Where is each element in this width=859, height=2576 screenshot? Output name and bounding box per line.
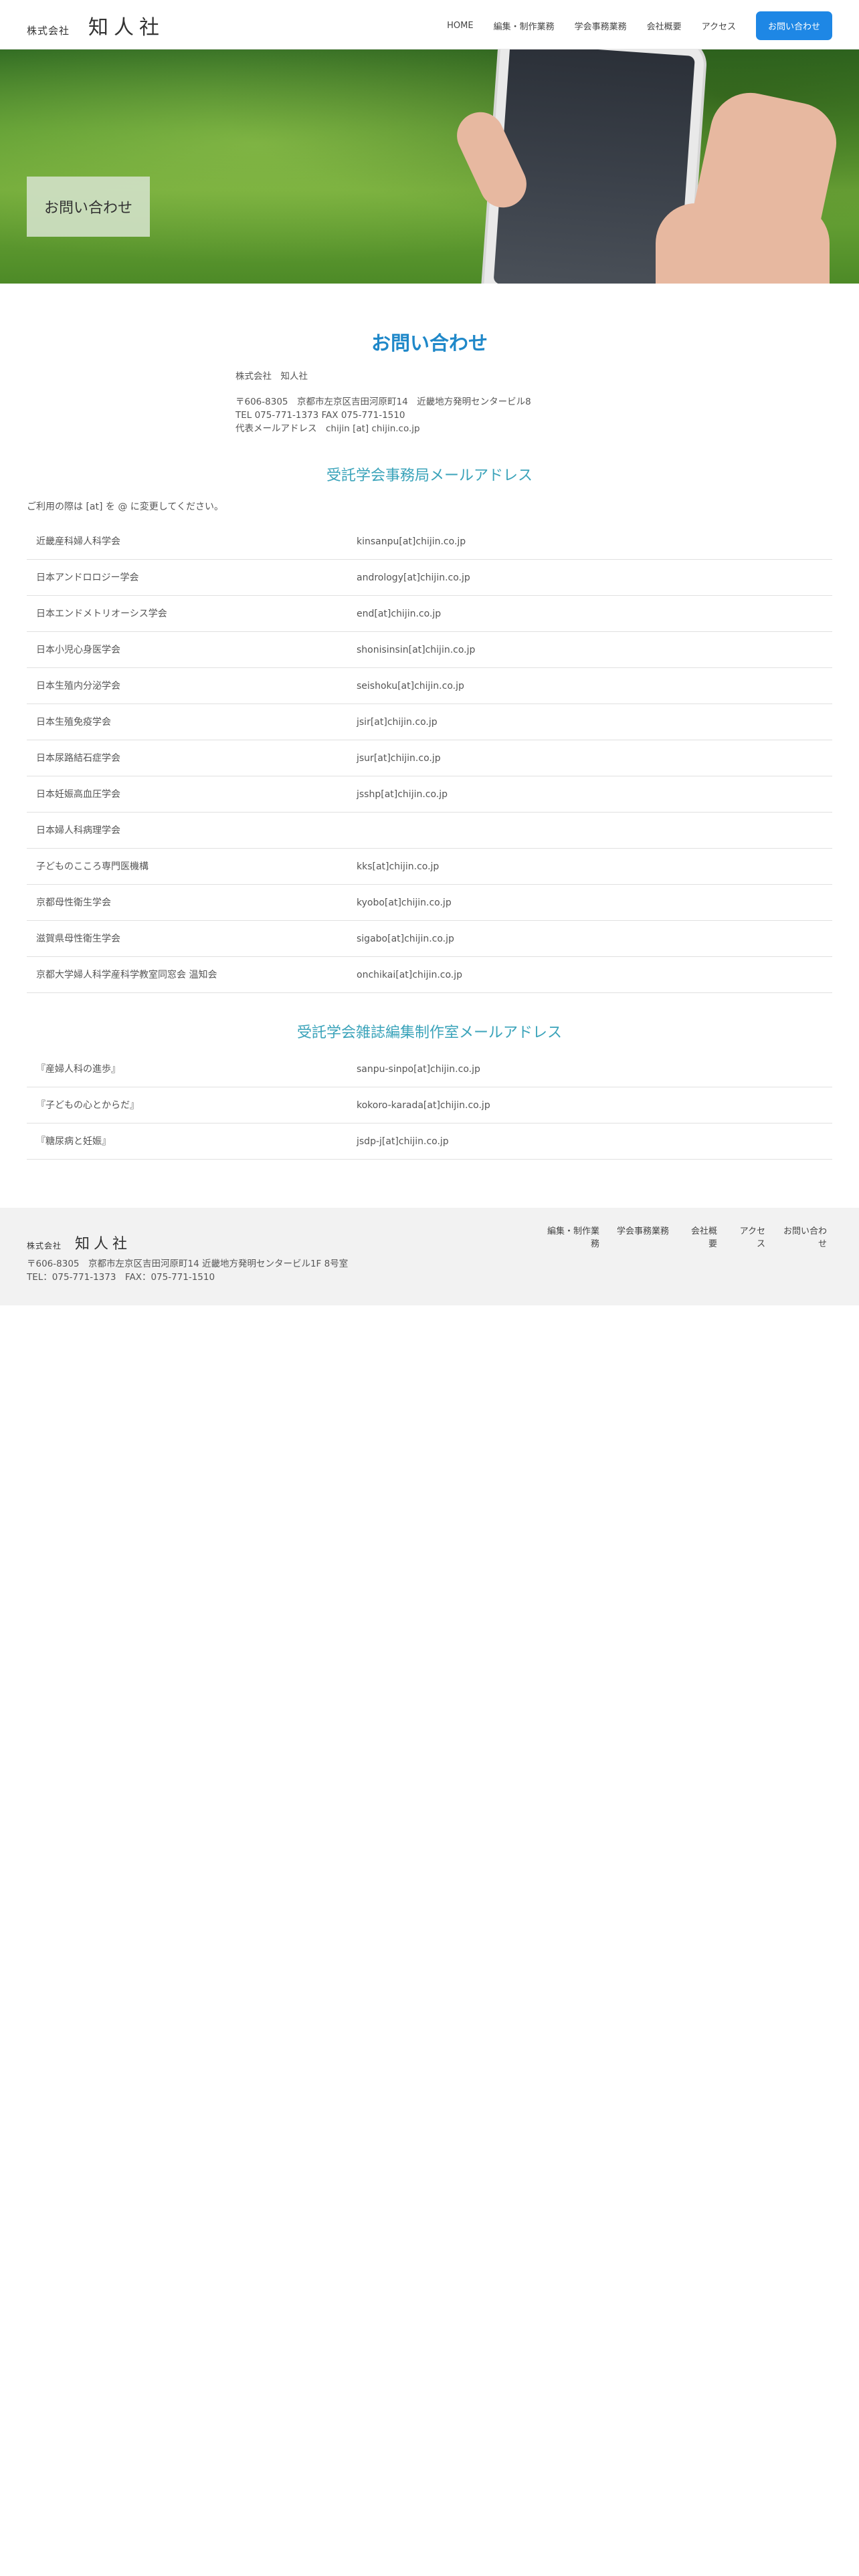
- hand-palm-image: [656, 203, 830, 284]
- journal-email: sanpu-sinpo[at]chijin.co.jp: [357, 1064, 480, 1075]
- nav-editing[interactable]: 編集・制作業務: [494, 19, 555, 32]
- company-address: 〒606-8305 京都市左京区吉田河原町14 近畿地方発明センタービル8: [235, 397, 531, 407]
- table-row: 『産婦人科の進歩』 sanpu-sinpo[at]chijin.co.jp: [27, 1051, 832, 1087]
- hero-title: お問い合わせ: [27, 177, 150, 237]
- footer-nav-editing[interactable]: 編集・制作業務: [546, 1225, 605, 1251]
- footer-nav-contact[interactable]: お問い合わせ: [781, 1225, 832, 1251]
- society-name: 日本アンドロロジー学会: [36, 572, 139, 583]
- society-name: 日本生殖免疫学会: [36, 717, 111, 728]
- societies-table: 近畿産科婦人科学会 kinsanpu[at]chijin.co.jp 日本アンドロ…: [27, 524, 832, 993]
- nav-access[interactable]: アクセス: [702, 19, 736, 32]
- company-email: 代表メールアドレス chijin [at] chijin.co.jp: [235, 423, 420, 434]
- logo-main-text: 知人社: [88, 16, 165, 39]
- journal-name: 『産婦人科の進歩』: [36, 1064, 120, 1075]
- society-name: 日本エンドメトリオーシス学会: [36, 609, 167, 619]
- main-nav: HOME 編集・制作業務 学会事務業務 会社概要 アクセス お問い合わせ: [447, 11, 832, 40]
- society-name: 近畿産科婦人科学会: [36, 536, 120, 547]
- society-email: kinsanpu[at]chijin.co.jp: [357, 536, 466, 547]
- table-row: 日本生殖内分泌学会 seishoku[at]chijin.co.jp: [27, 668, 832, 704]
- journals-title: 受託学会雑誌編集制作室メールアドレス: [296, 1025, 562, 1041]
- society-name: 日本生殖内分泌学会: [36, 681, 120, 691]
- society-email: jsshp[at]chijin.co.jp: [357, 789, 448, 800]
- society-email: seishoku[at]chijin.co.jp: [357, 681, 464, 691]
- site-header: 株式会社 知人社 HOME 編集・制作業務 学会事務業務 会社概要 アクセス お…: [0, 0, 859, 49]
- society-name: 日本尿路結石症学会: [36, 753, 120, 764]
- footer-logo-main-text: 知人社: [75, 1236, 132, 1253]
- site-footer: 株式会社 知人社 〒606-8305 京都市左京区吉田河原町14 近畿地方発明セ…: [0, 1208, 859, 1305]
- table-row: 日本アンドロロジー学会 andrology[at]chijin.co.jp: [27, 560, 832, 596]
- society-email: sigabo[at]chijin.co.jp: [357, 934, 454, 944]
- nav-company[interactable]: 会社概要: [647, 19, 682, 32]
- society-name: 子どものこころ専門医機構: [36, 861, 149, 872]
- company-tel-fax: TEL 075-771-1373 FAX 075-771-1510: [235, 410, 405, 421]
- site-logo[interactable]: 株式会社 知人社: [27, 11, 165, 40]
- page-title: お問い合わせ: [371, 332, 488, 354]
- logo-small-text: 株式会社: [27, 25, 70, 37]
- footer-tel-fax: TEL：075-771-1373 FAX：075-771-1510: [27, 1272, 215, 1283]
- table-row: 日本小児心身医学会 shonisinsin[at]chijin.co.jp: [27, 632, 832, 668]
- society-name: 京都母性衛生学会: [36, 897, 111, 908]
- table-row: 京都大学婦人科学産科学教室同窓会 温知会 onchikai[at]chijin.c…: [27, 957, 832, 993]
- contact-button[interactable]: お問い合わせ: [755, 11, 832, 40]
- table-row: 滋賀県母性衛生学会 sigabo[at]chijin.co.jp: [27, 921, 832, 957]
- table-row: 日本尿路結石症学会 jsur[at]chijin.co.jp: [27, 740, 832, 776]
- table-row: 日本生殖免疫学会 jsir[at]chijin.co.jp: [27, 704, 832, 740]
- society-email: end[at]chijin.co.jp: [357, 609, 442, 619]
- society-email: kyobo[at]chijin.co.jp: [357, 897, 452, 908]
- table-row: 『子どもの心とからだ』 kokoro-karada[at]chijin.co.jp: [27, 1087, 832, 1123]
- society-name: 日本小児心身医学会: [36, 645, 120, 655]
- footer-address: 〒606-8305 京都市左京区吉田河原町14 近畿地方発明センタービル1F 8…: [27, 1259, 349, 1269]
- society-name: 日本妊娠高血圧学会: [36, 789, 120, 800]
- company-info: 株式会社 知人社 〒606-8305 京都市左京区吉田河原町14 近畿地方発明セ…: [235, 370, 531, 435]
- society-name: 京都大学婦人科学産科学教室同窓会 温知会: [36, 970, 217, 980]
- footer-address-block: 〒606-8305 京都市左京区吉田河原町14 近畿地方発明センタービル1F 8…: [27, 1257, 348, 1284]
- footer-logo-small-text: 株式会社: [27, 1241, 62, 1251]
- table-row: 日本妊娠高血圧学会 jsshp[at]chijin.co.jp: [27, 776, 832, 813]
- journal-email: kokoro-karada[at]chijin.co.jp: [357, 1100, 490, 1111]
- table-row: 近畿産科婦人科学会 kinsanpu[at]chijin.co.jp: [27, 524, 832, 560]
- table-row: 日本エンドメトリオーシス学会 end[at]chijin.co.jp: [27, 596, 832, 632]
- table-row: 『糖尿病と妊娠』 jsdp-j[at]chijin.co.jp: [27, 1123, 832, 1160]
- societies-title: 受託学会事務局メールアドレス: [326, 467, 533, 484]
- at-note: ご利用の際は [at] を @ に変更してください。: [27, 502, 223, 512]
- nav-home[interactable]: HOME: [447, 21, 473, 31]
- society-email: andrology[at]chijin.co.jp: [357, 572, 470, 583]
- hero-banner: お問い合わせ: [0, 49, 859, 284]
- footer-nav-company[interactable]: 会社概要: [685, 1225, 723, 1251]
- society-email: shonisinsin[at]chijin.co.jp: [357, 645, 476, 655]
- footer-logo[interactable]: 株式会社 知人社: [27, 1232, 131, 1253]
- society-name: 滋賀県母性衛生学会: [36, 934, 120, 944]
- journal-name: 『子どもの心とからだ』: [36, 1100, 139, 1111]
- table-row: 京都母性衛生学会 kyobo[at]chijin.co.jp: [27, 885, 832, 921]
- journals-table: 『産婦人科の進歩』 sanpu-sinpo[at]chijin.co.jp 『子ど…: [27, 1051, 832, 1160]
- nav-society-office[interactable]: 学会事務業務: [575, 19, 627, 32]
- table-row: 子どものこころ専門医機構 kks[at]chijin.co.jp: [27, 849, 832, 885]
- footer-nav: 編集・制作業務 学会事務業務 会社概要 アクセス お問い合わせ: [546, 1225, 832, 1251]
- table-row: 日本婦人科病理学会: [27, 813, 832, 849]
- journal-name: 『糖尿病と妊娠』: [36, 1136, 111, 1147]
- footer-nav-access[interactable]: アクセス: [733, 1225, 771, 1251]
- society-email: jsir[at]chijin.co.jp: [357, 717, 438, 728]
- company-name: 株式会社 知人社: [235, 371, 308, 382]
- society-email: onchikai[at]chijin.co.jp: [357, 970, 463, 980]
- footer-nav-society-office[interactable]: 学会事務業務: [615, 1225, 674, 1251]
- society-name: 日本婦人科病理学会: [36, 825, 120, 836]
- journal-email: jsdp-j[at]chijin.co.jp: [357, 1136, 449, 1147]
- society-email: jsur[at]chijin.co.jp: [357, 753, 441, 764]
- society-email: kks[at]chijin.co.jp: [357, 861, 440, 872]
